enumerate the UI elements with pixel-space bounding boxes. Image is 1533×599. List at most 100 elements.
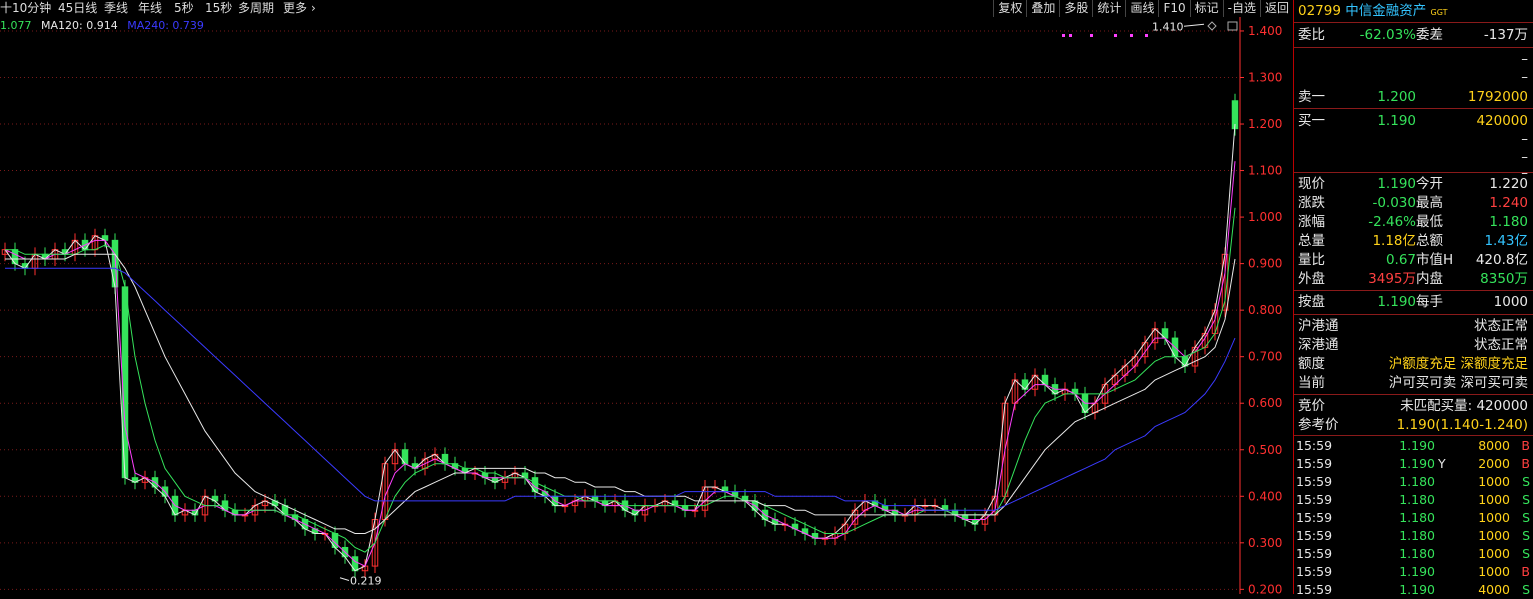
stat-label: 今开 — [1416, 176, 1443, 192]
mark-button[interactable]: 标记 — [1189, 0, 1223, 17]
back-button[interactable]: 返回 — [1259, 0, 1293, 17]
ask-dash: – — [1521, 69, 1528, 85]
period-tab-10min[interactable]: 10分钟 — [12, 0, 51, 17]
lot-size-value: 1000 — [1493, 294, 1528, 310]
ma-line-2 — [5, 207, 1236, 553]
ref-price-row: 参考价 1.190(1.140-1.240) — [1298, 416, 1528, 434]
stat-label: 内盘 — [1416, 271, 1443, 287]
weibi-row: 委比 -62.03% 委差 -137万 — [1298, 26, 1528, 44]
tick-side: S — [1522, 528, 1530, 543]
tick-price: 1.180 — [1399, 546, 1435, 561]
tick-price: 1.180 — [1399, 492, 1435, 507]
chart-toolbar: 复权 叠加 多股 统计 画线 F10 标记 -自选 返回 — [993, 0, 1293, 17]
f10-button[interactable]: F10 — [1158, 0, 1189, 17]
chevron-right-icon[interactable]: › — [311, 0, 316, 17]
tick-time: 15:59 — [1296, 474, 1333, 489]
connect-value: 沪额度充足 深额度充足 — [1388, 356, 1528, 372]
connect-row: 额度 沪额度充足 深额度充足 — [1298, 355, 1528, 373]
tick-time: 15:59 — [1296, 582, 1333, 597]
connect-row: 当前 沪可买可卖 深可买可卖 — [1298, 374, 1528, 392]
ask1-row[interactable]: 卖一 1.200 1792000 — [1298, 88, 1528, 106]
stat-label: 现价 — [1298, 176, 1325, 192]
tick-row: 15:59 1.190 8000 B — [1296, 437, 1530, 455]
ma-line-3 — [5, 253, 1236, 534]
y-tick-label: 0.200 — [1248, 582, 1282, 594]
ask-level-2: – — [1298, 68, 1528, 86]
connect-value: 状态正常 — [1474, 337, 1528, 353]
stat-label: 最低 — [1416, 214, 1443, 230]
tick-volume: 8000 — [1478, 438, 1510, 453]
stat-label: 量比 — [1298, 252, 1325, 268]
ma-legend: 1.077 MA120: 0.914 MA240: 0.739 — [0, 18, 210, 34]
draw-line-button[interactable]: 画线 — [1125, 0, 1158, 17]
kline-chart[interactable]: 1.400 1.300 1.200 1.100 1.000 0.900 0.800 0.700… — [0, 17, 1293, 594]
stat-value: 1.220 — [1489, 176, 1528, 192]
ask-level-3: – — [1298, 50, 1528, 68]
bid1-price: 1.190 — [1377, 113, 1416, 129]
period-tab-more[interactable]: 更多 — [283, 0, 307, 17]
tick-volume: 4000 — [1478, 582, 1510, 597]
ask1-price: 1.200 — [1377, 89, 1416, 105]
weibi-label: 委比 — [1298, 27, 1325, 43]
stock-header: 02799 中信金融资产 GGT — [1298, 2, 1528, 20]
stat-label: 涨跌 — [1298, 195, 1325, 211]
period-tab-45day[interactable]: 45日线 — [58, 0, 97, 17]
period-tab-year[interactable]: 年线 — [138, 0, 162, 17]
stat-row: 现价 1.190 今开 1.220 — [1298, 175, 1528, 193]
signal-marker — [1130, 34, 1133, 37]
period-tab-15s[interactable]: 15秒 — [205, 0, 232, 17]
signal-marker — [1090, 34, 1093, 37]
connect-label: 沪港通 — [1298, 318, 1339, 334]
period-tab-quarter[interactable]: 季线 — [104, 0, 128, 17]
overlay-button[interactable]: 叠加 — [1026, 0, 1059, 17]
stat-label: 涨幅 — [1298, 214, 1325, 230]
tick-side: S — [1522, 474, 1530, 489]
tick-time: 15:59 — [1296, 510, 1333, 525]
remove-watchlist-button[interactable]: -自选 — [1222, 0, 1260, 17]
y-tick-label: 0.700 — [1248, 350, 1282, 364]
tick-side: B — [1521, 564, 1530, 579]
period-tab-multi[interactable]: 多周期 — [238, 0, 274, 17]
stat-value: 1.43亿 — [1484, 233, 1528, 249]
multi-stock-button[interactable]: 多股 — [1059, 0, 1092, 17]
period-tab-0[interactable]: 十 — [0, 0, 12, 17]
connect-label: 当前 — [1298, 375, 1325, 391]
signal-marker — [1114, 34, 1117, 37]
tick-volume: 1000 — [1478, 492, 1510, 507]
bid1-label: 买一 — [1298, 113, 1325, 129]
period-tab-5s[interactable]: 5秒 — [174, 0, 194, 17]
lot-size-label: 每手 — [1416, 294, 1443, 310]
ma-line-1 — [4, 161, 1236, 567]
tick-row: 15:59 1.180 1000 S — [1296, 527, 1530, 545]
ma-legend-ma120: MA120: 0.914 — [41, 19, 118, 32]
tick-volume: 1000 — [1478, 528, 1510, 543]
fuquan-button[interactable]: 复权 — [993, 0, 1026, 17]
connect-value: 状态正常 — [1474, 318, 1528, 334]
anpan-value: 1.190 — [1377, 294, 1416, 310]
bid-dash: – — [1521, 131, 1528, 147]
ma-legend-ma240: MA240: 0.739 — [127, 19, 204, 32]
bid1-row[interactable]: 买一 1.190 420000 — [1298, 112, 1528, 130]
ref-price-value: 1.190(1.140-1.240) — [1396, 417, 1528, 433]
high-annotation: 1.410 — [1152, 20, 1184, 33]
ask1-volume: 1792000 — [1467, 89, 1528, 105]
connect-row: 深港通 状态正常 — [1298, 336, 1528, 354]
low-annotation-line — [339, 577, 350, 581]
signal-marker — [1145, 34, 1148, 37]
tick-time: 15:59 — [1296, 564, 1333, 579]
stat-value: 420.8亿 — [1475, 252, 1528, 268]
stat-row: 外盘 3495万 内盘 8350万 — [1298, 270, 1528, 288]
tick-volume: 1000 — [1478, 546, 1510, 561]
stock-name[interactable]: 中信金融资产 — [1345, 3, 1426, 19]
ask1-label: 卖一 — [1298, 89, 1325, 105]
stock-code: 02799 — [1298, 3, 1341, 19]
stat-value: 1.190 — [1377, 176, 1416, 192]
tick-price: 1.180 — [1399, 474, 1435, 489]
weicha-value: -137万 — [1483, 27, 1528, 43]
anpan-label: 按盘 — [1298, 294, 1325, 310]
stats-button[interactable]: 统计 — [1092, 0, 1125, 17]
stat-label: 总额 — [1416, 233, 1443, 249]
stat-value: -0.030 — [1372, 195, 1416, 211]
stat-label: 总量 — [1298, 233, 1325, 249]
tick-volume: 1000 — [1478, 510, 1510, 525]
